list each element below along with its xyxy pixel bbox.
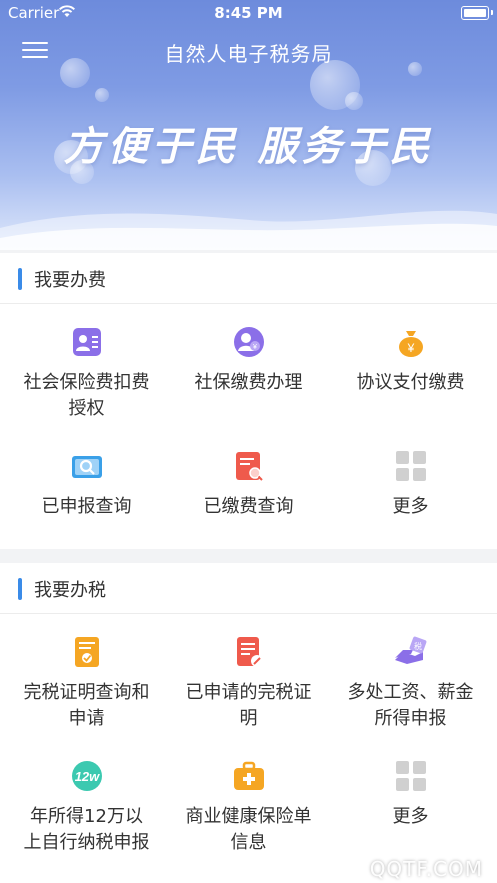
money-bag-icon: ¥ xyxy=(393,324,429,360)
section-tax-services: 我要办税 完税证明查询和 申请 已申请的完税证明 税 多处工资、薪金 所得申报 12… xyxy=(0,563,497,883)
service-item[interactable]: 税 多处工资、薪金 所得申报 xyxy=(328,634,493,732)
header-banner: Carrier 8:45 PM 自然人电子税务局 方便于民 服务于民 xyxy=(0,0,497,250)
12w-badge-icon: 12w xyxy=(69,758,105,794)
service-item[interactable]: 社会保险费扣费 授权 xyxy=(4,324,169,422)
search-folder-icon xyxy=(69,448,105,484)
service-item[interactable]: 商业健康保险单 信息 xyxy=(166,758,331,856)
service-label: 已申报查询 xyxy=(41,496,132,517)
service-item[interactable]: 已缴费查询 xyxy=(166,448,331,520)
service-item[interactable]: 已申请的完税证明 xyxy=(166,634,331,732)
section-pay-fees: 我要办费 社会保险费扣费授权 ¥ 社保缴费办理 ¥ 协议支付缴费 已申报查询 xyxy=(0,253,497,549)
svg-text:12w: 12w xyxy=(74,769,99,784)
section-title: 我要办税 xyxy=(34,580,106,601)
service-label: 社会保险费扣费 授权 xyxy=(23,372,150,419)
certificate-icon xyxy=(69,634,105,670)
service-label: 已申请的完税证明 xyxy=(185,682,312,729)
section-header: 我要办税 xyxy=(0,563,497,614)
service-item[interactable]: 更多 xyxy=(328,758,493,830)
page-title: 自然人电子税务局 xyxy=(164,42,333,66)
battery-icon xyxy=(461,6,493,20)
status-bar: Carrier 8:45 PM xyxy=(0,0,497,26)
section-accent-bar xyxy=(18,268,22,290)
section-accent-bar xyxy=(18,578,22,600)
svg-text:税: 税 xyxy=(414,641,422,651)
service-item[interactable]: ¥ 协议支付缴费 xyxy=(328,324,493,396)
navigation-bar: 自然人电子税务局 xyxy=(0,26,497,76)
hand-tax-icon: 税 xyxy=(393,634,429,670)
service-label: 社保缴费办理 xyxy=(194,372,303,393)
service-label: 多处工资、薪金 所得申报 xyxy=(347,682,474,729)
service-label: 更多 xyxy=(392,496,429,517)
service-item[interactable]: 已申报查询 xyxy=(4,448,169,520)
service-label: 年所得12万以 上自行纳税申报 xyxy=(23,806,150,853)
banner-slogan: 方便于民 服务于民 xyxy=(63,123,434,170)
svg-text:¥: ¥ xyxy=(406,341,414,355)
grid-more-icon xyxy=(393,758,429,794)
service-label: 完税证明查询和 申请 xyxy=(23,682,150,729)
receipt-search-icon xyxy=(231,448,267,484)
status-time: 8:45 PM xyxy=(214,4,283,22)
grid-more-icon xyxy=(393,448,429,484)
id-card-icon xyxy=(69,324,105,360)
service-label: 更多 xyxy=(392,806,429,827)
service-item[interactable]: ¥ 社保缴费办理 xyxy=(166,324,331,396)
service-label: 协议支付缴费 xyxy=(356,372,465,393)
service-item[interactable]: 12w 年所得12万以 上自行纳税申报 xyxy=(4,758,169,856)
document-edit-icon xyxy=(231,634,267,670)
medical-kit-icon xyxy=(231,758,267,794)
service-label: 商业健康保险单 信息 xyxy=(185,806,312,853)
service-item[interactable]: 更多 xyxy=(328,448,493,520)
service-item[interactable]: 完税证明查询和 申请 xyxy=(4,634,169,732)
section-title: 我要办费 xyxy=(34,270,106,291)
yuan-person-icon: ¥ xyxy=(231,324,267,360)
service-label: 已缴费查询 xyxy=(203,496,294,517)
banner-wave xyxy=(0,210,497,250)
section-header: 我要办费 xyxy=(0,253,497,304)
svg-text:¥: ¥ xyxy=(253,344,257,351)
watermark: QQTF.COM xyxy=(369,857,483,881)
